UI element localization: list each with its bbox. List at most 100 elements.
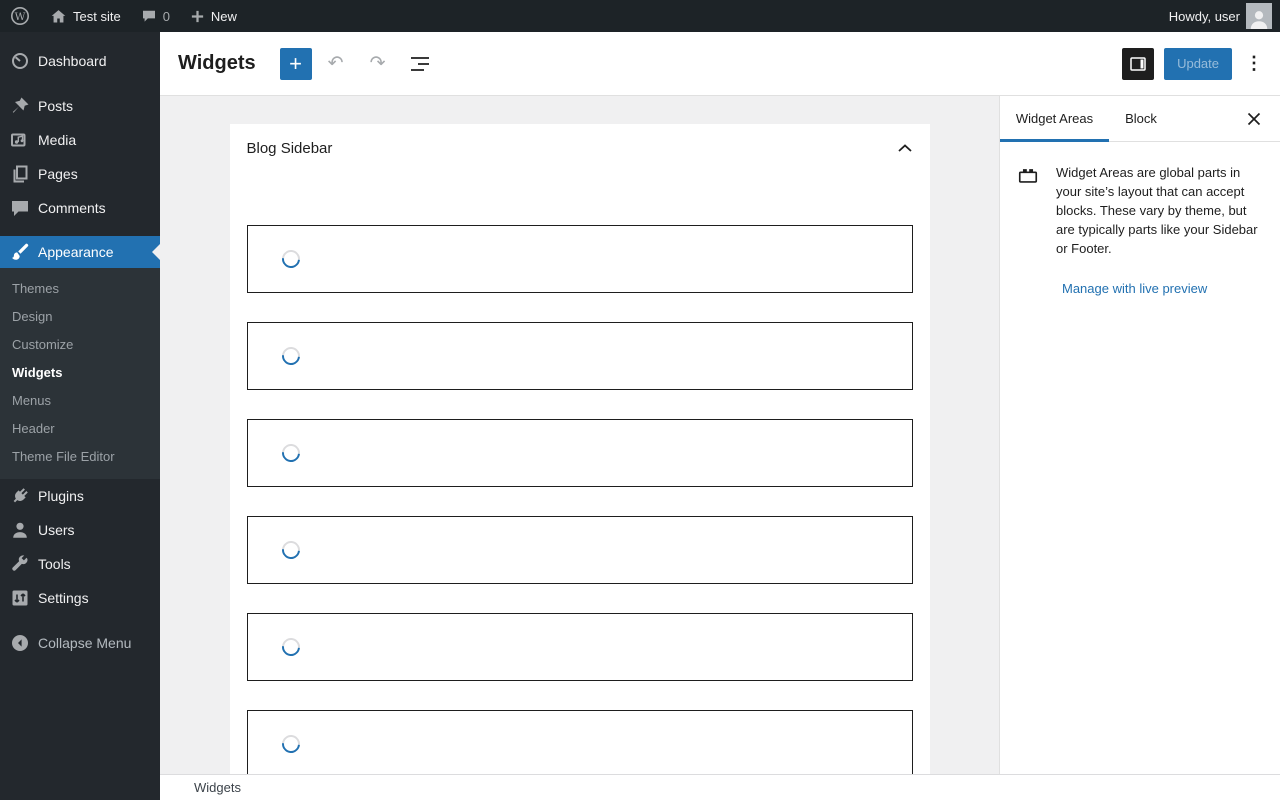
plus-icon: [191, 10, 204, 22]
tab-widget-areas[interactable]: Widget Areas: [1000, 96, 1109, 142]
sidebar-item-label: Users: [38, 522, 75, 538]
current-menu-notch: [152, 244, 160, 260]
collapse-arrow-icon: [12, 635, 28, 651]
sidebar-item-posts[interactable]: Posts: [0, 89, 160, 123]
new-label: New: [210, 8, 237, 24]
editor-footer: Widgets: [160, 774, 1280, 800]
submenu-item-design[interactable]: Design: [0, 303, 160, 331]
sidebar-item-tools[interactable]: Tools: [0, 547, 160, 581]
admin-menu: Dashboard Posts Media Pages Comments App…: [0, 32, 160, 800]
widget-area-panel: Blog Sidebar: [229, 124, 930, 774]
submenu-item-customize[interactable]: Customize: [0, 331, 160, 359]
spinner-icon: [277, 731, 304, 757]
home-icon: [51, 9, 66, 22]
submenu-item-header[interactable]: Header: [0, 415, 160, 443]
collapse-menu-button[interactable]: Collapse Menu: [0, 626, 160, 660]
spinner-icon: [277, 343, 304, 369]
undo-icon: ↶: [327, 53, 344, 74]
avatar: [1246, 3, 1272, 29]
block-inserter-button[interactable]: +: [279, 47, 312, 80]
submenu-item-theme-file-editor[interactable]: Theme File Editor: [0, 443, 160, 471]
sidebar-item-appearance[interactable]: Appearance: [0, 236, 160, 268]
wordpress-menu[interactable]: W: [0, 0, 40, 32]
sidebar-item-label: Posts: [38, 98, 74, 114]
sidebar-item-comments[interactable]: Comments: [0, 191, 160, 225]
widget-area-title: Blog Sidebar: [246, 139, 333, 157]
close-sidebar-button[interactable]: [1228, 96, 1280, 141]
loading-block[interactable]: [246, 516, 913, 584]
menu-separator: [0, 225, 160, 236]
svg-text:W: W: [15, 11, 26, 23]
spinner-icon: [277, 440, 304, 466]
list-view-button[interactable]: [402, 46, 438, 82]
sidebar-item-plugins[interactable]: Plugins: [0, 479, 160, 513]
widget-area-panel-header[interactable]: Blog Sidebar: [230, 124, 930, 172]
users-icon: [13, 522, 27, 538]
dashboard-icon: [12, 53, 28, 69]
spinner-icon: [277, 537, 304, 563]
sidebar-item-label: Dashboard: [38, 53, 107, 69]
sidebar-item-label: Settings: [38, 590, 89, 606]
media-icon: [11, 133, 26, 147]
loading-block[interactable]: [246, 710, 913, 774]
pages-icon: [13, 165, 28, 183]
comments-bubble-icon: [142, 10, 155, 22]
kebab-menu-icon: ⋮: [1245, 53, 1263, 73]
sidebar-item-label: Pages: [38, 166, 78, 182]
comments-icon: [12, 201, 28, 216]
page-title: Widgets: [178, 52, 256, 74]
loading-block[interactable]: [246, 225, 913, 293]
submenu-item-menus[interactable]: Menus: [0, 387, 160, 415]
loading-block[interactable]: [246, 613, 913, 681]
editor-header: Widgets + ↶ ↷ Update ⋮: [160, 32, 1280, 96]
options-menu-button[interactable]: ⋮: [1240, 48, 1268, 80]
menu-separator: [0, 615, 160, 626]
widget-area-content: [230, 172, 930, 774]
sidebar-item-users[interactable]: Users: [0, 513, 160, 547]
inspector-sidebar: Widget Areas Block Widget Areas are glob…: [999, 96, 1280, 774]
appearance-submenu: Themes Design Customize Widgets Menus He…: [0, 268, 160, 479]
account-menu[interactable]: Howdy, user: [1159, 0, 1272, 32]
admin-bar: W Test site 0 New Howdy, user: [0, 0, 1280, 32]
loading-block[interactable]: [246, 419, 913, 487]
tools-icon: [12, 555, 28, 571]
inserter-plus-icon: +: [289, 50, 303, 76]
sidebar-item-label: Tools: [38, 556, 71, 572]
sidebar-item-media[interactable]: Media: [0, 123, 160, 157]
loading-block[interactable]: [246, 322, 913, 390]
appearance-icon: [12, 243, 29, 260]
site-link[interactable]: Test site: [40, 0, 131, 32]
menu-separator: [0, 78, 160, 89]
widget-area-icon: [1018, 169, 1038, 183]
sidebar-item-settings[interactable]: Settings: [0, 581, 160, 615]
spinner-icon: [277, 634, 304, 660]
wordpress-logo-icon: W: [11, 7, 29, 25]
comments-admin-link[interactable]: 0: [131, 0, 180, 32]
list-view-icon: [410, 56, 429, 71]
sidebar-item-dashboard[interactable]: Dashboard: [0, 44, 160, 78]
spinner-icon: [277, 246, 304, 272]
breadcrumb[interactable]: Widgets: [194, 780, 241, 795]
posts-icon: [12, 97, 29, 113]
site-name-label: Test site: [73, 8, 121, 24]
close-icon: [1247, 112, 1261, 125]
plugins-icon: [13, 488, 28, 503]
sidebar-item-label: Collapse Menu: [38, 635, 132, 651]
sidebar-item-pages[interactable]: Pages: [0, 157, 160, 191]
redo-button[interactable]: ↷: [360, 46, 396, 82]
manage-live-preview-link[interactable]: Manage with live preview: [1062, 281, 1207, 296]
tab-block[interactable]: Block: [1109, 96, 1173, 141]
settings-sidebar-toggle[interactable]: [1122, 47, 1155, 80]
widget-areas-panel: Widget Areas are global parts in your si…: [1000, 142, 1280, 258]
undo-button[interactable]: ↶: [318, 46, 354, 82]
submenu-item-widgets[interactable]: Widgets: [0, 359, 160, 387]
editor-canvas: Blog Sidebar: [160, 96, 999, 774]
sidebar-toggle-icon: [1130, 56, 1146, 71]
update-button[interactable]: Update: [1164, 47, 1232, 80]
new-content-link[interactable]: New: [180, 0, 247, 32]
chevron-up-icon: [897, 144, 912, 152]
submenu-item-themes[interactable]: Themes: [0, 275, 160, 303]
sidebar-item-label: Comments: [38, 200, 106, 216]
howdy-label: Howdy, user: [1168, 8, 1240, 24]
inspector-tabs: Widget Areas Block: [1000, 96, 1280, 142]
